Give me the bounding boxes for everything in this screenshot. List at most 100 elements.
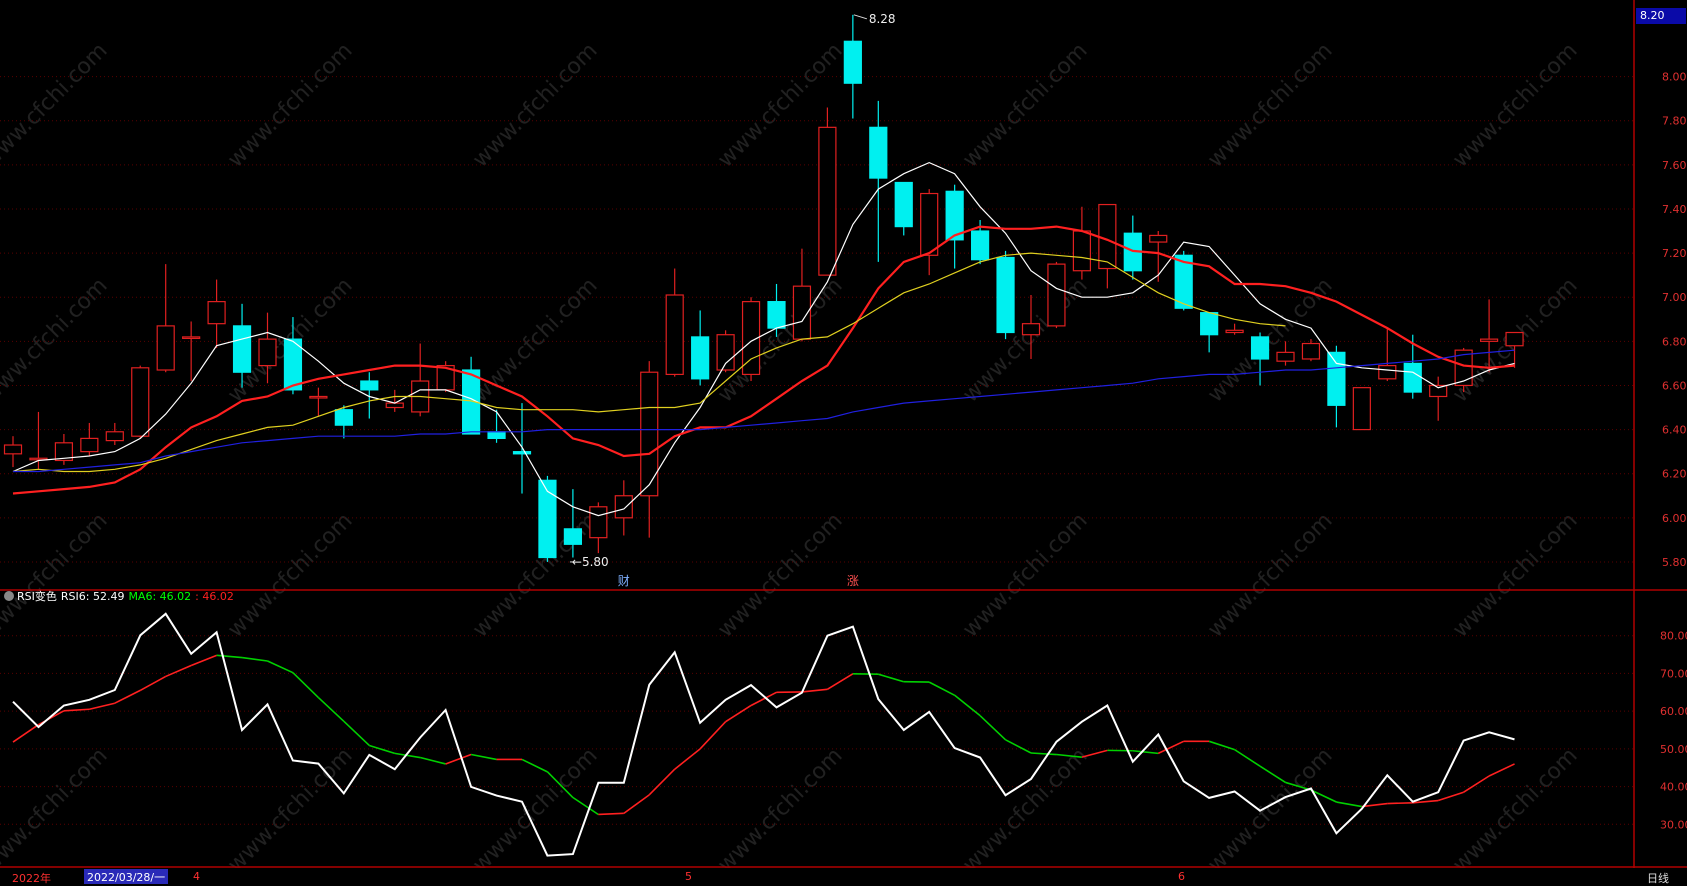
rsi-ma6-segment: [216, 654, 243, 659]
candle-body: [716, 334, 735, 371]
candle-body: [385, 402, 404, 409]
current-price-tag: 8.20: [1636, 8, 1686, 24]
candle-body: [1021, 323, 1041, 336]
time-axis-bar: [0, 868, 1687, 886]
candle: [589, 502, 608, 554]
candle-body: [1352, 387, 1371, 431]
watermark-text: www.cfchi.com: [713, 743, 847, 877]
candle: [207, 279, 226, 348]
candle-body: [309, 395, 328, 399]
rsi-ma6-segment: [598, 812, 624, 816]
candle: [54, 433, 74, 465]
candle-body: [1505, 331, 1524, 347]
candle-body: [665, 294, 684, 376]
candle-body: [563, 528, 583, 545]
candle: [1250, 332, 1270, 386]
candle-body: [182, 336, 201, 340]
candle-body: [512, 451, 532, 455]
candle: [716, 330, 735, 373]
candle: [792, 248, 812, 342]
candle: [920, 189, 939, 276]
candle-body: [1276, 351, 1295, 362]
annotation-label: ←5.80: [572, 555, 609, 569]
candle-body: [996, 256, 1015, 334]
rsi-ma6-segment: [369, 744, 395, 755]
indicator-header: RSI变色 RSI6: 52.49 MA6: 46.02: 46.02: [4, 588, 234, 604]
price-tick-label: 7.20: [1662, 247, 1687, 260]
candle-body: [232, 325, 252, 373]
rsi-ma6-segment: [1005, 739, 1032, 754]
limit-up-marker: 涨: [847, 573, 859, 588]
rsi-ma6-segment: [420, 756, 446, 765]
price-tick-label: 6.80: [1662, 335, 1687, 348]
candle: [894, 181, 913, 236]
annotation-arrow: [853, 14, 867, 20]
rsi-ma6-segment: [89, 702, 115, 711]
price-tick-label: 7.40: [1662, 203, 1687, 216]
candle: [538, 475, 557, 562]
rsi-ma6-segment: [241, 656, 268, 662]
candle-body: [818, 126, 837, 276]
candle-body: [640, 371, 659, 497]
stock-chart-canvas[interactable]: www.cfchi.com www.cfchi.com www.cfchi.com w…: [0, 0, 1687, 886]
price-tick-label: 7.60: [1662, 159, 1687, 172]
candle-body: [1047, 263, 1066, 327]
watermark-text: www.cfchi.com: [1203, 508, 1337, 642]
candle-body: [1250, 336, 1270, 360]
rsi-ma6-segment: [699, 721, 727, 750]
candle-body: [869, 126, 888, 179]
candle-body: [843, 40, 862, 84]
rsi-ma6-segment: [1488, 763, 1515, 777]
candle: [741, 297, 761, 382]
candle-body: [360, 380, 379, 391]
candle: [843, 14, 862, 119]
candle: [1200, 312, 1219, 353]
watermark-text: www.cfchi.com: [1448, 508, 1582, 642]
rsi-tick-label: 30.00: [1660, 818, 1687, 831]
candle: [105, 422, 124, 446]
rsi-ma6-segment: [165, 664, 192, 678]
candle: [1429, 376, 1448, 421]
watermark-text: www.cfchi.com: [0, 743, 113, 877]
candle-body: [131, 367, 150, 437]
candle: [3, 436, 23, 468]
month-label-5: 5: [685, 870, 692, 883]
candle-body: [334, 409, 353, 426]
rsi-ma6-segment: [521, 758, 548, 773]
watermark-text: www.cfchi.com: [223, 508, 357, 642]
rsi-ma6-segment: [1234, 748, 1261, 767]
candle: [1327, 345, 1346, 428]
candle: [1352, 387, 1371, 431]
rsi-ma6-segment: [1259, 765, 1286, 784]
watermark-text: www.cfchi.com: [468, 273, 602, 407]
candle: [1047, 261, 1066, 329]
candle: [1225, 323, 1244, 335]
candle-body: [1403, 362, 1422, 393]
price-tick-label: 6.40: [1662, 424, 1687, 437]
rsi-tick-label: 50.00: [1660, 743, 1687, 756]
rsi-ma6-segment: [801, 688, 828, 693]
settings-icon[interactable]: [4, 591, 14, 601]
rsi-ma6-segment: [139, 675, 167, 692]
indicator-name: RSI变色: [17, 590, 57, 603]
ma6-value: MA6: 46.02: [128, 590, 192, 603]
candle: [309, 387, 328, 417]
rsi-ma6-segment: [878, 673, 904, 683]
watermark-text: www.cfchi.com: [1203, 743, 1337, 877]
candle-body: [207, 301, 226, 325]
watermark-text: www.cfchi.com: [223, 38, 357, 172]
candle: [334, 405, 353, 439]
candle: [80, 422, 99, 457]
period-label[interactable]: 日线: [1647, 870, 1669, 886]
candle-body: [3, 444, 23, 455]
candle-body: [1378, 364, 1397, 380]
candle: [487, 409, 506, 443]
candle-body: [1149, 234, 1168, 243]
rsi-ma6-segment: [954, 694, 981, 717]
cursor-date-label: 2022/03/28/一: [84, 869, 169, 884]
watermark-text: www.cfchi.com: [223, 743, 357, 877]
watermark-text: www.cfchi.com: [1448, 38, 1582, 172]
rsi-ma6-segment: [470, 753, 497, 761]
rsi-ma6-segment: [1463, 775, 1490, 793]
price-tick-label: 6.20: [1662, 468, 1687, 481]
